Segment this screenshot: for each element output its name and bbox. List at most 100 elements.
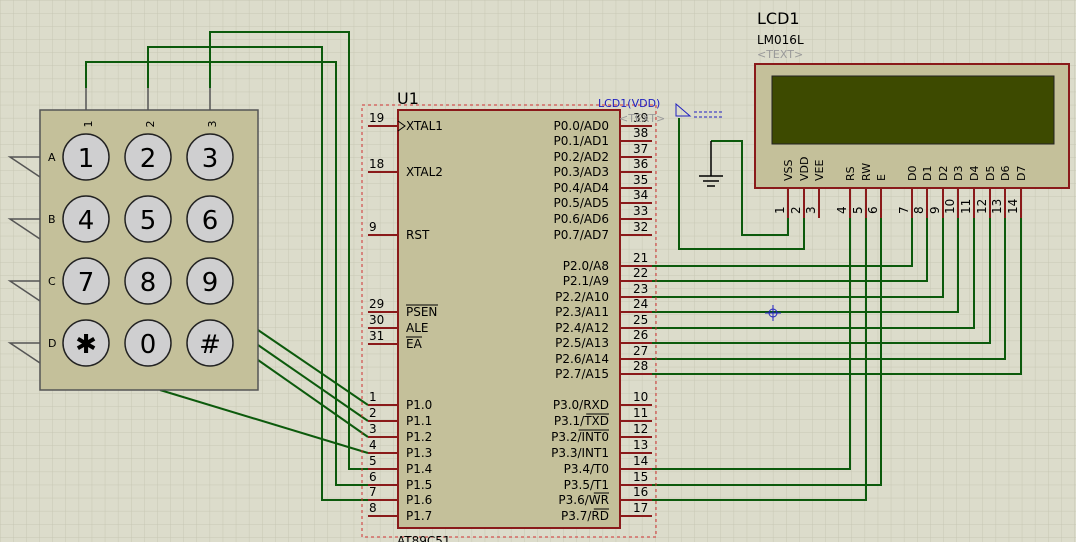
mcu-pin-name: P3.2/INT0 xyxy=(551,430,609,444)
mcu-pin-number: 10 xyxy=(633,390,648,404)
mcu-pin-name: RST xyxy=(406,228,430,242)
mcu-pin-number: 8 xyxy=(369,501,377,515)
mcu-pin-name: XTAL2 xyxy=(406,165,443,179)
mcu-ref-label: U1 xyxy=(397,89,419,108)
lcd-pin-number: 4 xyxy=(835,206,849,214)
lcd-text-placeholder: <TEXT> xyxy=(757,48,803,61)
lcd-pin-name: VSS xyxy=(782,159,795,181)
lcd-pin-number: 11 xyxy=(959,199,973,214)
mcu-pin-number: 21 xyxy=(633,251,648,265)
keypad-key-label: # xyxy=(199,330,221,360)
lcd-pin-number: 1 xyxy=(773,206,787,214)
mcu-pin-name: P2.4/A12 xyxy=(555,321,609,335)
mcu-pin-name: P2.3/A11 xyxy=(555,305,609,319)
keypad-key-label: 7 xyxy=(78,268,95,298)
mcu-pin-name: P1.0 xyxy=(406,398,432,412)
mcu-pin-name: XTAL1 xyxy=(406,119,443,133)
lcd-pin-name: D6 xyxy=(999,166,1012,181)
lcd-pin-number: 10 xyxy=(943,199,957,214)
microcontroller-u1[interactable]: U1 AT89C51 19XTAL118XTAL29RST29PSEN30ALE… xyxy=(361,89,657,542)
keypad-key-label: 0 xyxy=(140,330,157,360)
lcd-pin-name: RS xyxy=(844,166,857,181)
lcd-pin-number: 14 xyxy=(1006,199,1020,214)
lcd-ref-label: LCD1 xyxy=(757,9,800,28)
mcu-pin-name: P0.0/AD0 xyxy=(554,119,609,133)
lcd-pin-number: 6 xyxy=(866,206,880,214)
lcd-pin-number: 5 xyxy=(851,206,865,214)
mcu-pin-name: P3.3/INT1 xyxy=(551,446,609,460)
mcu-pin-number: 16 xyxy=(633,485,648,499)
keypad-key-label: 8 xyxy=(140,268,157,298)
mcu-pin-number: 27 xyxy=(633,344,648,358)
lcd-pin-number: 2 xyxy=(789,206,803,214)
lcd-part-label: LM016L xyxy=(757,33,804,47)
mcu-pin-name: P2.7/A15 xyxy=(555,367,609,381)
mcu-pin-number: 38 xyxy=(633,126,648,140)
mcu-pin-name: P1.4 xyxy=(406,462,432,476)
mcu-pin-number: 5 xyxy=(369,454,377,468)
lcd-pin-number: 12 xyxy=(975,199,989,214)
lcd-pin-name: VDD xyxy=(798,157,811,181)
mcu-pin-number: 4 xyxy=(369,438,377,452)
lcd-pin-number: 3 xyxy=(804,206,818,214)
mcu-pin-number: 6 xyxy=(369,470,377,484)
mcu-pin-name: P0.2/AD2 xyxy=(554,150,609,164)
mcu-pin-name: P1.1 xyxy=(406,414,432,428)
keypad-row-label: D xyxy=(48,337,56,350)
mcu-pin-number: 34 xyxy=(633,188,648,202)
mcu-part-label: AT89C51 xyxy=(397,534,451,542)
keypad-row-label: A xyxy=(48,151,56,164)
keypad-key-label: 9 xyxy=(202,268,219,298)
mcu-pin-name: P3.7/RD xyxy=(561,509,609,523)
mcu-pin-number: 1 xyxy=(369,390,377,404)
mcu-pin-name: ALE xyxy=(406,321,428,335)
mcu-pin-name: P0.6/AD6 xyxy=(554,212,609,226)
mcu-pin-name: P0.1/AD1 xyxy=(554,134,609,148)
keypad-key-label: ✱ xyxy=(75,330,97,360)
mcu-pin-name: P2.1/A9 xyxy=(563,274,609,288)
mcu-pin-number: 36 xyxy=(633,157,648,171)
mcu-pin-number: 25 xyxy=(633,313,648,327)
keypad-key-label: 1 xyxy=(78,144,95,174)
power-text-placeholder: <TEXT> xyxy=(619,112,665,125)
keypad-col-label: 1 xyxy=(82,121,95,128)
keypad-key-label: 4 xyxy=(78,206,95,236)
lcd-screen xyxy=(771,75,1055,145)
mcu-pin-name: P3.1/TXD xyxy=(554,414,609,428)
mcu-pin-name: EA xyxy=(406,337,423,351)
mcu-pin-name: P3.4/T0 xyxy=(564,462,609,476)
keypad-row-label: B xyxy=(48,213,56,226)
keypad-col-label: 2 xyxy=(144,121,157,128)
mcu-pin-number: 9 xyxy=(369,220,377,234)
lcd-pin-name: D1 xyxy=(921,166,934,181)
mcu-pin-number: 13 xyxy=(633,438,648,452)
lcd-pin-name: D2 xyxy=(937,166,950,181)
lcd-pin-name: RW xyxy=(860,163,873,181)
keypad-col-label: 3 xyxy=(206,121,219,128)
mcu-pin-name: P0.3/AD3 xyxy=(554,165,609,179)
keypad-key-label: 6 xyxy=(202,206,219,236)
lcd-pin-name: D7 xyxy=(1015,166,1028,181)
mcu-pin-number: 17 xyxy=(633,501,648,515)
mcu-pin-name: P1.3 xyxy=(406,446,432,460)
keypad[interactable]: 1 2 3 A B C D 1 2 3 4 5 6 7 8 9 ✱ 0 # xyxy=(7,88,259,391)
mcu-pin-name: P0.5/AD5 xyxy=(554,196,609,210)
keypad-key-label: 2 xyxy=(140,144,157,174)
mcu-pin-name: P3.5/T1 xyxy=(564,478,609,492)
mcu-pin-name: P1.7 xyxy=(406,509,432,523)
mcu-right-pins: 39P0.0/AD0 38P0.1/AD137P0.2/AD2 36P0.3/AD3… xyxy=(551,111,652,523)
mcu-pin-number: 31 xyxy=(369,329,384,343)
mcu-pin-name: P0.7/AD7 xyxy=(554,228,609,242)
lcd-pin-name: D4 xyxy=(968,166,981,181)
mcu-pin-number: 19 xyxy=(369,111,384,125)
mcu-pin-number: 11 xyxy=(633,406,648,420)
mcu-pin-name: P2.5/A13 xyxy=(555,336,609,350)
lcd-pin-name: VEE xyxy=(813,160,826,181)
mcu-pin-number: 2 xyxy=(369,406,377,420)
mcu-pin-number: 18 xyxy=(369,157,384,171)
mcu-pin-name: PSEN xyxy=(406,305,437,319)
lcd-pin-number: 13 xyxy=(990,199,1004,214)
mcu-pin-name: P2.6/A14 xyxy=(555,352,609,366)
mcu-pin-number: 33 xyxy=(633,204,648,218)
mcu-pin-name: P3.0/RXD xyxy=(553,398,609,412)
